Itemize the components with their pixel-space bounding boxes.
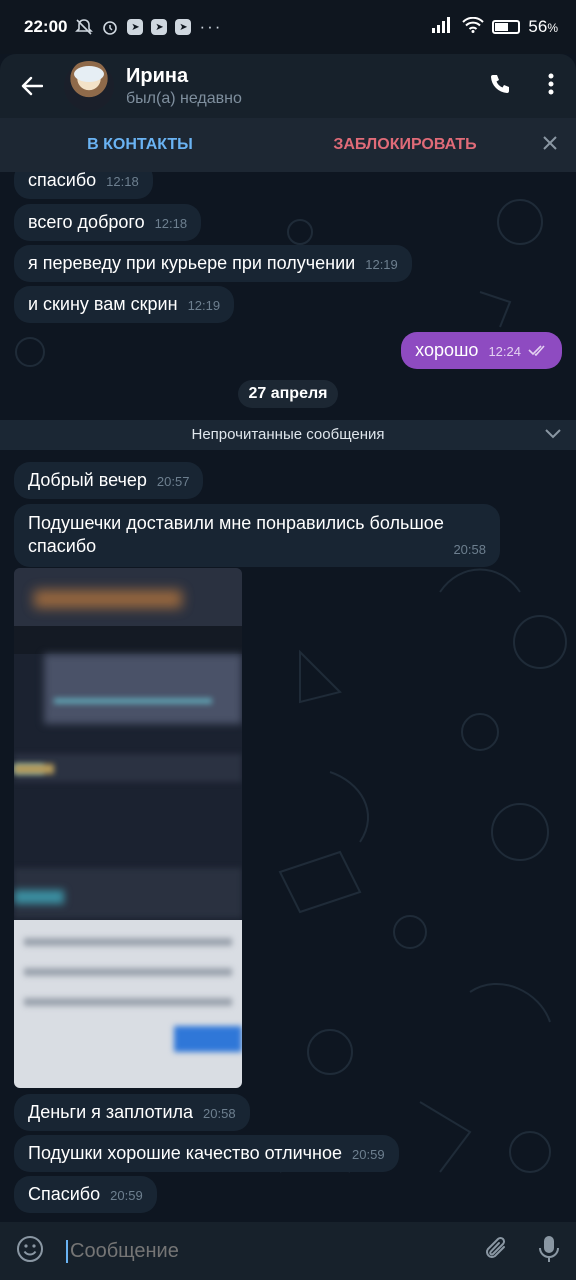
message-bubble[interactable]: Спасибо 20:59 [14, 1176, 157, 1213]
close-action-bar-button[interactable] [542, 135, 576, 156]
add-contact-button[interactable]: В КОНТАКТЫ [0, 136, 280, 154]
emoji-icon [17, 1235, 43, 1262]
attach-button[interactable] [484, 1235, 510, 1268]
unread-messages-divider: Непрочитанные сообщения [0, 420, 576, 450]
outgoing-message-bubble[interactable]: хорошо 12:24 [401, 332, 562, 369]
message-bubble[interactable]: Деньги я заплотила 20:58 [14, 1094, 250, 1131]
message-text: хорошо [415, 340, 479, 360]
message-text: Спасибо [28, 1184, 101, 1204]
chat-name: Ирина [126, 64, 189, 87]
wifi-icon [462, 16, 485, 38]
message-time: 20:58 [453, 542, 486, 557]
call-button[interactable] [488, 72, 512, 101]
message-time: 12:18 [106, 174, 139, 189]
more-options-button[interactable] [548, 73, 554, 100]
photo-message[interactable] [14, 568, 242, 1088]
paperclip-icon [486, 1236, 506, 1258]
message-text: Добрый вечер [28, 470, 147, 490]
unread-label: Непрочитанные сообщения [191, 426, 385, 443]
message-time: 20:59 [352, 1147, 385, 1162]
chat-header: Ирина был(а) недавно [0, 54, 576, 118]
contact-action-bar: В КОНТАКТЫ ЗАБЛОКИРОВАТЬ [0, 118, 576, 172]
message-text: Деньги я заплотила [28, 1102, 194, 1122]
more-vertical-icon [548, 73, 554, 94]
date-separator: 27 апреля [238, 380, 338, 408]
message-time: 20:57 [156, 474, 190, 489]
battery-icon [492, 20, 521, 34]
message-time: 12:19 [365, 257, 398, 272]
message-bubble[interactable]: Подушечки доставили мне понравились боль… [14, 504, 500, 567]
battery-value: 56 [528, 17, 548, 36]
back-button[interactable] [0, 76, 64, 96]
message-input[interactable] [66, 1239, 484, 1263]
telegram-notification-icon: ➤ [175, 19, 192, 35]
message-bubble[interactable]: спасибо 12:18 [14, 172, 153, 199]
message-text: спасибо [28, 172, 97, 190]
message-text: всего доброго [28, 212, 145, 232]
message-time: 12:24 [488, 344, 521, 359]
message-time: 12:19 [187, 298, 221, 313]
signal-icon [432, 16, 454, 38]
chevron-down-icon [545, 429, 561, 439]
message-input-bar [0, 1222, 576, 1280]
message-bubble[interactable]: я переведу при курьере при получении 12:1… [14, 245, 412, 282]
avatar[interactable] [64, 61, 114, 111]
close-icon [543, 135, 557, 150]
message-bubble[interactable]: Добрый вечер 20:57 [14, 462, 204, 499]
message-text: Подушки хорошие качество отличное [28, 1143, 343, 1163]
telegram-notification-icon: ➤ [151, 19, 168, 35]
voice-message-button[interactable] [538, 1234, 560, 1269]
message-bubble[interactable]: и скину вам скрин 12:19 [14, 286, 235, 323]
alarm-icon [101, 18, 119, 36]
message-bubble[interactable]: всего доброго 12:18 [14, 204, 202, 241]
mute-bell-icon [75, 18, 94, 36]
message-time: 12:18 [154, 216, 188, 231]
chat-info[interactable]: Ирина был(а) недавно [126, 65, 242, 108]
more-notifications-icon: ··· [199, 17, 223, 36]
microphone-icon [539, 1235, 559, 1262]
double-check-icon [528, 345, 545, 357]
message-text: и скину вам скрин [28, 294, 178, 314]
telegram-notification-icon: ➤ [127, 19, 144, 35]
back-arrow-icon [21, 76, 43, 96]
message-bubble[interactable]: Подушки хорошие качество отличное 20:59 [14, 1135, 399, 1172]
message-time: 20:59 [110, 1188, 143, 1203]
scroll-down-button[interactable] [544, 420, 562, 450]
chat-messages[interactable]: спасибо 12:18 всего доброго 12:18 я переве… [0, 172, 576, 1222]
battery-percent: 56% [528, 17, 558, 36]
emoji-button[interactable] [16, 1235, 44, 1268]
message-text: я переведу при курьере при получении [28, 253, 356, 273]
message-time: 20:58 [203, 1106, 236, 1121]
status-bar: 22:00 ➤ ➤ ➤ ··· 56% [0, 0, 576, 54]
block-user-button[interactable]: ЗАБЛОКИРОВАТЬ [280, 136, 530, 154]
status-time: 22:00 [24, 17, 68, 36]
chat-status: был(а) недавно [126, 89, 242, 107]
phone-icon [491, 74, 509, 93]
battery-fill [495, 23, 508, 31]
